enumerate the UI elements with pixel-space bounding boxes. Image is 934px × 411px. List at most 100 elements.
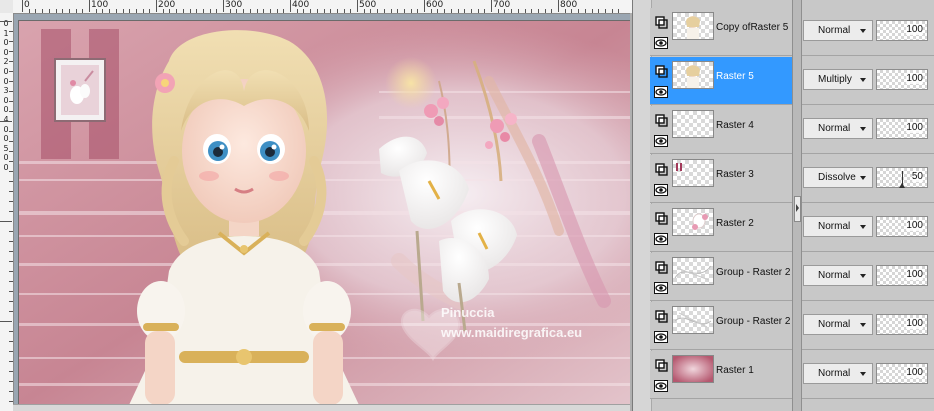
ruler-tick xyxy=(464,9,466,13)
ruler-tick xyxy=(9,131,13,132)
layer-properties: Dissolve 50 xyxy=(800,155,934,203)
opacity-field[interactable]: 100 xyxy=(876,363,928,384)
blend-mode-dropdown[interactable]: Multiply xyxy=(803,69,873,90)
eye-icon[interactable] xyxy=(654,232,668,246)
chevron-down-icon xyxy=(860,78,866,82)
layer-thumbnail xyxy=(672,306,714,334)
layer-link-icon[interactable] xyxy=(654,162,668,176)
opacity-field[interactable]: 100 xyxy=(876,216,928,237)
watermark-line2: www.maidiregrafica.eu xyxy=(440,325,582,340)
ruler-tick xyxy=(149,9,151,13)
ruler-tick xyxy=(55,9,57,13)
layer-row[interactable]: Group - Raster 2 xyxy=(650,302,792,350)
layer-properties: Normal 100 xyxy=(800,204,934,252)
ruler-tick xyxy=(276,9,278,13)
chevron-down-icon xyxy=(860,372,866,376)
ruler-tick xyxy=(9,381,13,382)
ruler-label: 200 xyxy=(158,0,176,10)
blend-mode-value: Normal xyxy=(818,123,851,134)
layer-row[interactable]: Raster 5 xyxy=(650,57,792,105)
eye-icon[interactable] xyxy=(654,134,668,148)
ruler-tick xyxy=(303,9,305,13)
eye-icon[interactable] xyxy=(654,330,668,344)
layer-properties: Normal 100 xyxy=(800,302,934,350)
blend-mode-dropdown[interactable]: Normal xyxy=(803,265,873,286)
ruler-tick xyxy=(9,231,13,232)
ruler-label: 300 xyxy=(225,0,243,10)
eye-icon[interactable] xyxy=(654,85,668,99)
layer-row[interactable]: Raster 1 xyxy=(650,351,792,399)
opacity-slider-marker[interactable] xyxy=(899,183,905,188)
layer-properties: Normal 100 xyxy=(800,8,934,56)
blend-mode-dropdown[interactable]: Normal xyxy=(803,314,873,335)
opacity-field[interactable]: 100 xyxy=(876,69,928,90)
layer-row[interactable]: Raster 3 xyxy=(650,155,792,203)
ruler-tick xyxy=(9,41,13,42)
ruler-tick xyxy=(357,0,358,12)
blend-mode-dropdown[interactable]: Normal xyxy=(803,363,873,384)
ruler-label: 700 xyxy=(493,0,511,10)
chevron-down-icon xyxy=(860,176,866,180)
ruler-tick xyxy=(9,271,13,272)
layer-thumbnail xyxy=(672,110,714,138)
opacity-field[interactable]: 100 xyxy=(876,314,928,335)
layer-link-icon[interactable] xyxy=(654,358,668,372)
opacity-value: 100 xyxy=(906,24,923,35)
ruler-label: 0 xyxy=(3,38,9,48)
ruler-tick xyxy=(336,9,338,13)
ruler-tick xyxy=(9,311,13,312)
ruler-tick xyxy=(477,9,479,13)
blend-mode-dropdown[interactable]: Normal xyxy=(803,20,873,41)
layer-row[interactable]: Group - Raster 2 xyxy=(650,253,792,301)
eye-icon[interactable] xyxy=(654,281,668,295)
blend-mode-value: Dissolve xyxy=(818,172,856,183)
blend-mode-value: Normal xyxy=(818,270,851,281)
ruler-tick xyxy=(403,9,405,13)
layer-link-icon[interactable] xyxy=(654,309,668,323)
ruler-tick xyxy=(102,9,104,13)
layer-row[interactable]: Copy ofRaster 5 xyxy=(650,8,792,56)
eye-icon[interactable] xyxy=(654,183,668,197)
blend-mode-dropdown[interactable]: Normal xyxy=(803,118,873,139)
ruler-tick xyxy=(176,9,178,13)
ruler-corner xyxy=(0,0,14,14)
layer-link-icon[interactable] xyxy=(654,211,668,225)
layer-link-icon[interactable] xyxy=(654,64,668,78)
chevron-down-icon xyxy=(860,323,866,327)
layer-row[interactable]: Raster 2 xyxy=(650,204,792,252)
layer-properties: Normal 100 xyxy=(800,351,934,399)
canvas-pane[interactable]: 0 100 200 300 400 500 600 700 800 01002003004005… xyxy=(0,0,632,411)
layer-link-icon[interactable] xyxy=(654,113,668,127)
ruler-tick xyxy=(537,9,539,13)
blend-mode-value: Multiply xyxy=(818,74,852,85)
opacity-field[interactable]: 100 xyxy=(876,20,928,41)
layer-link-icon[interactable] xyxy=(654,15,668,29)
ruler-tick xyxy=(283,9,285,13)
ruler-tick xyxy=(169,9,171,13)
layer-thumbnail xyxy=(672,355,714,383)
canvas-horizontal-scrollbar[interactable] xyxy=(13,404,630,411)
ruler-tick xyxy=(75,9,77,13)
ruler-tick xyxy=(243,9,245,13)
ruler-tick xyxy=(9,401,13,402)
blend-mode-dropdown[interactable]: Normal xyxy=(803,216,873,237)
opacity-field[interactable]: 100 xyxy=(876,118,928,139)
horizontal-ruler: 0 100 200 300 400 500 600 700 800 xyxy=(13,0,632,14)
layer-link-icon[interactable] xyxy=(654,260,668,274)
opacity-field[interactable]: 50 xyxy=(876,167,928,188)
layer-properties: Normal 100 xyxy=(800,253,934,301)
collapse-arrow-icon[interactable] xyxy=(794,196,801,222)
ruler-label: 400 xyxy=(292,0,310,10)
eye-icon[interactable] xyxy=(654,379,668,393)
ruler-tick xyxy=(457,9,459,13)
framed-miniature xyxy=(54,58,106,122)
image-canvas[interactable]: Pinuccia www.maidiregrafica.eu xyxy=(18,20,632,406)
layer-row[interactable]: Raster 4 xyxy=(650,106,792,154)
ruler-tick xyxy=(109,9,111,13)
layer-thumbnail xyxy=(672,61,714,89)
ruler-tick xyxy=(95,9,97,13)
opacity-field[interactable]: 100 xyxy=(876,265,928,286)
eye-icon[interactable] xyxy=(654,36,668,50)
blend-mode-dropdown[interactable]: Dissolve xyxy=(803,167,873,188)
ruler-tick xyxy=(68,9,70,13)
